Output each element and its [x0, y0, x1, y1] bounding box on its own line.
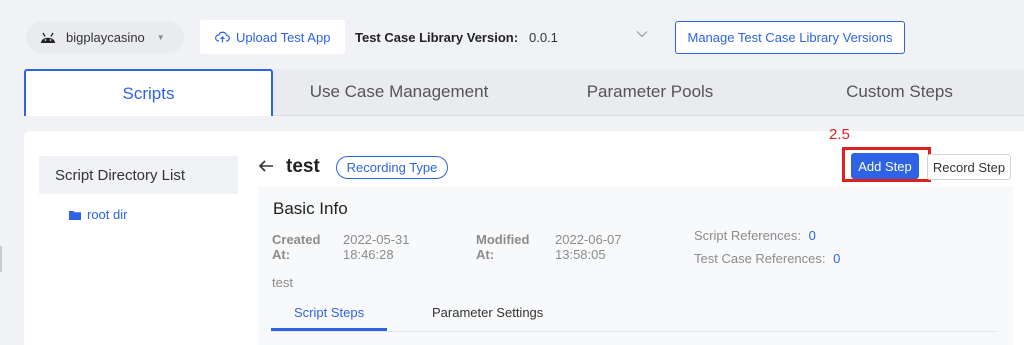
- manage-versions-button[interactable]: Manage Test Case Library Versions: [675, 21, 905, 54]
- tab-use-case-management[interactable]: Use Case Management: [273, 69, 525, 116]
- modified-value: 2022-06-07 13:58:05: [555, 232, 622, 262]
- add-step-button[interactable]: Add Step: [851, 153, 919, 179]
- basic-info-title: Basic Info: [273, 199, 348, 218]
- upload-test-app-button[interactable]: Upload Test App: [200, 20, 345, 54]
- top-bar: bigplaycasino ▼ Upload Test App Test Cas…: [0, 0, 1024, 70]
- modified-label-line2: At:: [476, 247, 495, 262]
- app-selector[interactable]: bigplaycasino ▼: [26, 21, 184, 53]
- created-date: 2022-05-31: [343, 232, 410, 247]
- tab-script-steps[interactable]: Script Steps: [294, 305, 364, 320]
- back-arrow-icon[interactable]: [258, 158, 274, 174]
- modified-time: 13:58:05: [555, 247, 606, 262]
- directory-item-root[interactable]: root dir: [69, 207, 127, 222]
- created-time: 18:46:28: [343, 247, 394, 262]
- script-references: Script References: 0: [694, 228, 816, 243]
- script-sub-tabs: Script Steps Parameter Settings: [271, 300, 997, 332]
- script-references-label: Script References:: [694, 228, 801, 243]
- main-tabs: Scripts Use Case Management Parameter Po…: [24, 69, 1024, 116]
- test-case-references-label: Test Case References:: [694, 251, 826, 266]
- created-label-line2: At:: [272, 247, 291, 262]
- version-value: 0.0.1: [529, 29, 558, 45]
- script-description: test: [272, 275, 293, 290]
- script-directory-header: Script Directory List: [39, 156, 238, 194]
- recording-type-badge: Recording Type: [336, 156, 448, 179]
- created-value: 2022-05-31 18:46:28: [343, 232, 410, 262]
- upload-label: Upload Test App: [236, 29, 331, 45]
- script-references-count[interactable]: 0: [809, 228, 816, 243]
- cloud-upload-icon: [215, 31, 230, 43]
- active-tab-indicator: [271, 328, 387, 331]
- record-step-button[interactable]: Record Step: [927, 154, 1011, 180]
- android-icon: [41, 32, 55, 43]
- folder-icon: [69, 210, 81, 220]
- created-label-line1: Created: [272, 232, 321, 247]
- tab-custom-steps[interactable]: Custom Steps: [775, 69, 1024, 116]
- test-case-references-count[interactable]: 0: [833, 251, 840, 266]
- modified-label: Modified At:: [476, 232, 529, 262]
- version-select[interactable]: 0.0.1: [520, 21, 660, 53]
- script-title: test: [286, 156, 320, 177]
- edge-marker: [0, 246, 2, 272]
- chevron-down-icon: [636, 31, 648, 38]
- caret-down-icon: ▼: [156, 32, 165, 42]
- modified-label-line1: Modified: [476, 232, 530, 247]
- app-name: bigplaycasino: [66, 29, 145, 45]
- tab-scripts[interactable]: Scripts: [24, 69, 273, 116]
- directory-item-label: root dir: [87, 207, 128, 222]
- test-case-references: Test Case References: 0: [694, 251, 840, 266]
- modified-date: 2022-06-07: [555, 232, 622, 247]
- version-label: Test Case Library Version:: [355, 30, 519, 45]
- created-label: Created At:: [272, 232, 320, 262]
- tab-parameter-settings[interactable]: Parameter Settings: [432, 305, 543, 320]
- tab-parameter-pools[interactable]: Parameter Pools: [525, 69, 775, 116]
- annotation-label: 2.5: [829, 126, 850, 143]
